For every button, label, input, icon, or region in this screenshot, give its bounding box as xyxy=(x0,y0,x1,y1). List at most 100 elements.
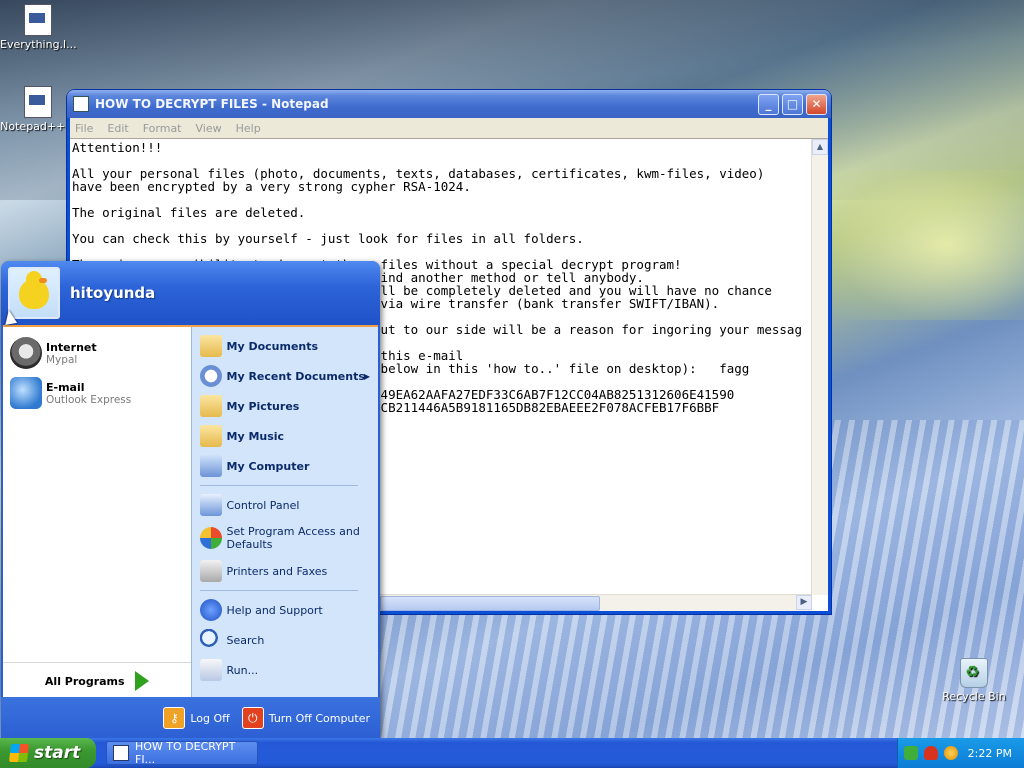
my-pictures-item[interactable]: My Pictures xyxy=(192,391,379,421)
pinned-internet[interactable]: Internet Mypal xyxy=(3,333,191,373)
menu-edit[interactable]: Edit xyxy=(107,122,128,135)
menu-view[interactable]: View xyxy=(196,122,222,135)
pinned-subtitle: Mypal xyxy=(46,353,78,366)
start-menu-body: Internet Mypal E-mail Outlook Express Al… xyxy=(3,325,378,699)
start-label: start xyxy=(34,743,81,763)
desktop-icon-notepadpp[interactable]: Notepad++... xyxy=(0,86,76,133)
submenu-arrow-icon: ▶ xyxy=(363,371,370,381)
pinned-email[interactable]: E-mail Outlook Express xyxy=(3,373,191,413)
start-button[interactable]: start xyxy=(0,738,96,768)
exe-icon xyxy=(24,86,52,118)
log-off-button[interactable]: ⚷ Log Off xyxy=(163,707,230,729)
desktop-icon-everything[interactable]: Everything.l... xyxy=(0,4,77,51)
power-icon: ⏻ xyxy=(241,707,264,729)
item-label: My Recent Documents xyxy=(226,369,365,383)
search-tray-icon[interactable] xyxy=(944,746,958,760)
key-icon: ⚷ xyxy=(163,707,186,729)
mouse-cursor-icon xyxy=(2,309,18,325)
menu-file[interactable]: File xyxy=(75,122,93,135)
log-off-label: Log Off xyxy=(190,711,230,725)
scroll-right-icon[interactable]: ▶ xyxy=(796,595,812,610)
close-button[interactable]: ✕ xyxy=(806,93,827,115)
turn-off-label: Turn Off Computer xyxy=(268,711,370,725)
folder-icon xyxy=(199,335,222,357)
divider xyxy=(199,590,358,591)
desktop-icon-label: Everything.l... xyxy=(0,38,77,51)
scroll-thumb[interactable] xyxy=(380,596,600,611)
task-label: HOW TO DECRYPT FI... xyxy=(135,740,236,766)
pinned-title: Internet xyxy=(46,340,97,354)
item-label: Set Program Access and Defaults xyxy=(226,525,360,551)
menu-bar: File Edit Format View Help xyxy=(70,118,828,138)
start-menu: hitoyunda Internet Mypal E-mail Outlook … xyxy=(1,261,380,739)
vertical-scrollbar[interactable]: ▲ xyxy=(811,139,828,595)
windows-flag-icon xyxy=(9,744,29,762)
item-label: Run... xyxy=(226,663,259,677)
control-panel-icon xyxy=(199,494,222,516)
all-programs-button[interactable]: All Programs xyxy=(3,662,191,699)
window-title: HOW TO DECRYPT FILES - Notepad xyxy=(95,97,329,111)
my-recent-documents-item[interactable]: My Recent Documents ▶ xyxy=(192,361,379,391)
desktop-icon-recycle-bin[interactable]: Recycle Bin xyxy=(936,658,1012,703)
places-column: My Documents My Recent Documents ▶ My Pi… xyxy=(190,327,379,699)
green-arrow-icon xyxy=(134,671,149,691)
run-item[interactable]: Run... xyxy=(192,655,379,685)
item-label: Printers and Faxes xyxy=(226,564,328,578)
printers-faxes-item[interactable]: Printers and Faxes xyxy=(192,556,379,586)
all-programs-label: All Programs xyxy=(44,674,125,688)
search-icon xyxy=(199,629,222,651)
computer-icon xyxy=(199,455,222,477)
my-documents-item[interactable]: My Documents xyxy=(192,331,379,361)
notepad-icon xyxy=(73,96,89,112)
desktop-icon-label: Notepad++... xyxy=(0,120,76,133)
start-menu-header: hitoyunda xyxy=(1,261,380,325)
item-label: Search xyxy=(226,633,265,647)
my-computer-item[interactable]: My Computer xyxy=(192,451,379,481)
item-label: Control Panel xyxy=(226,498,300,512)
raccoon-browser-icon xyxy=(10,337,42,369)
exe-icon xyxy=(24,4,52,36)
desktop-icon-label: Recycle Bin xyxy=(942,690,1006,703)
scroll-up-icon[interactable]: ▲ xyxy=(812,139,828,155)
outlook-express-icon xyxy=(10,377,42,409)
network-icon[interactable] xyxy=(904,746,918,760)
pinned-subtitle: Outlook Express xyxy=(46,393,132,406)
security-shield-icon[interactable] xyxy=(924,746,938,760)
minimize-button[interactable]: _ xyxy=(758,93,779,115)
run-icon xyxy=(199,659,222,681)
item-label: My Pictures xyxy=(226,399,300,413)
help-support-item[interactable]: Help and Support xyxy=(192,595,379,625)
turn-off-button[interactable]: ⏻ Turn Off Computer xyxy=(241,707,370,729)
wallpaper-highlight xyxy=(830,170,1024,320)
help-icon xyxy=(199,599,222,621)
printer-icon xyxy=(199,560,222,582)
item-label: My Computer xyxy=(226,459,310,473)
program-access-icon xyxy=(199,527,222,549)
maximize-button[interactable]: □ xyxy=(782,93,803,115)
search-item[interactable]: Search xyxy=(192,625,379,655)
item-label: My Music xyxy=(226,429,285,443)
recent-documents-icon xyxy=(199,365,222,387)
control-panel-item[interactable]: Control Panel xyxy=(192,490,379,520)
user-name: hitoyunda xyxy=(70,284,156,302)
start-menu-footer: ⚷ Log Off ⏻ Turn Off Computer xyxy=(1,697,380,739)
divider xyxy=(199,485,358,486)
pictures-folder-icon xyxy=(199,395,222,417)
pinned-programs: Internet Mypal E-mail Outlook Express Al… xyxy=(3,327,191,699)
pinned-title: E-mail xyxy=(46,380,85,394)
system-tray: 2:22 PM xyxy=(897,738,1024,768)
avatar[interactable] xyxy=(8,267,60,319)
set-program-access-item[interactable]: Set Program Access and Defaults xyxy=(192,520,379,556)
taskbar-notepad-button[interactable]: HOW TO DECRYPT FI... xyxy=(106,740,258,766)
menu-format[interactable]: Format xyxy=(143,122,182,135)
recycle-bin-icon xyxy=(960,658,988,688)
duck-beak xyxy=(39,278,47,283)
notepad-icon xyxy=(113,745,129,761)
taskbar: start HOW TO DECRYPT FI... 2:22 PM xyxy=(0,738,1024,768)
menu-help[interactable]: Help xyxy=(236,122,261,135)
my-music-item[interactable]: My Music xyxy=(192,421,379,451)
music-folder-icon xyxy=(199,425,222,447)
notepad-titlebar[interactable]: HOW TO DECRYPT FILES - Notepad _ □ ✕ xyxy=(67,90,831,118)
clock[interactable]: 2:22 PM xyxy=(968,747,1012,760)
item-label: My Documents xyxy=(226,339,319,353)
